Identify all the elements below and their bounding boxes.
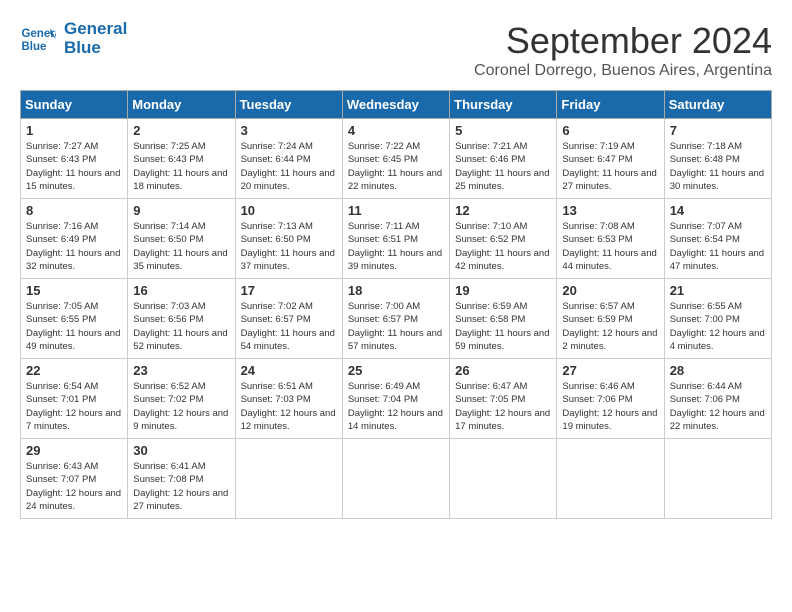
day-4: 4 Sunrise: 7:22 AMSunset: 6:45 PMDayligh… bbox=[342, 119, 449, 199]
week-5-row: 29 Sunrise: 6:43 AMSunset: 7:07 PMDaylig… bbox=[21, 439, 772, 519]
day-28: 28 Sunrise: 6:44 AMSunset: 7:06 PMDaylig… bbox=[664, 359, 771, 439]
header-saturday: Saturday bbox=[664, 91, 771, 119]
day-29: 29 Sunrise: 6:43 AMSunset: 7:07 PMDaylig… bbox=[21, 439, 128, 519]
day-20: 20 Sunrise: 6:57 AMSunset: 6:59 PMDaylig… bbox=[557, 279, 664, 359]
header-thursday: Thursday bbox=[450, 91, 557, 119]
day-21: 21 Sunrise: 6:55 AMSunset: 7:00 PMDaylig… bbox=[664, 279, 771, 359]
logo-line1: General bbox=[64, 20, 127, 39]
day-19: 19 Sunrise: 6:59 AMSunset: 6:58 PMDaylig… bbox=[450, 279, 557, 359]
logo-icon: General Blue bbox=[20, 21, 56, 57]
header-wednesday: Wednesday bbox=[342, 91, 449, 119]
day-12: 12 Sunrise: 7:10 AMSunset: 6:52 PMDaylig… bbox=[450, 199, 557, 279]
day-9: 9 Sunrise: 7:14 AMSunset: 6:50 PMDayligh… bbox=[128, 199, 235, 279]
week-4-row: 22 Sunrise: 6:54 AMSunset: 7:01 PMDaylig… bbox=[21, 359, 772, 439]
calendar-table: Sunday Monday Tuesday Wednesday Thursday… bbox=[20, 90, 772, 519]
day-15: 15 Sunrise: 7:05 AMSunset: 6:55 PMDaylig… bbox=[21, 279, 128, 359]
day-13: 13 Sunrise: 7:08 AMSunset: 6:53 PMDaylig… bbox=[557, 199, 664, 279]
logo: General Blue General Blue bbox=[20, 20, 127, 57]
header-sunday: Sunday bbox=[21, 91, 128, 119]
day-18: 18 Sunrise: 7:00 AMSunset: 6:57 PMDaylig… bbox=[342, 279, 449, 359]
weekday-header-row: Sunday Monday Tuesday Wednesday Thursday… bbox=[21, 91, 772, 119]
day-1: 1 Sunrise: 7:27 AMSunset: 6:43 PMDayligh… bbox=[21, 119, 128, 199]
week-2-row: 8 Sunrise: 7:16 AMSunset: 6:49 PMDayligh… bbox=[21, 199, 772, 279]
day-23: 23 Sunrise: 6:52 AMSunset: 7:02 PMDaylig… bbox=[128, 359, 235, 439]
header: General Blue General Blue September 2024… bbox=[20, 20, 772, 80]
empty-cell-5 bbox=[664, 439, 771, 519]
day-8: 8 Sunrise: 7:16 AMSunset: 6:49 PMDayligh… bbox=[21, 199, 128, 279]
header-friday: Friday bbox=[557, 91, 664, 119]
title-area: September 2024 Coronel Dorrego, Buenos A… bbox=[474, 20, 772, 80]
week-3-row: 15 Sunrise: 7:05 AMSunset: 6:55 PMDaylig… bbox=[21, 279, 772, 359]
day-11: 11 Sunrise: 7:11 AMSunset: 6:51 PMDaylig… bbox=[342, 199, 449, 279]
day-2: 2 Sunrise: 7:25 AMSunset: 6:43 PMDayligh… bbox=[128, 119, 235, 199]
location-subtitle: Coronel Dorrego, Buenos Aires, Argentina bbox=[474, 62, 772, 80]
day-6: 6 Sunrise: 7:19 AMSunset: 6:47 PMDayligh… bbox=[557, 119, 664, 199]
day-27: 27 Sunrise: 6:46 AMSunset: 7:06 PMDaylig… bbox=[557, 359, 664, 439]
empty-cell-3 bbox=[450, 439, 557, 519]
empty-cell-2 bbox=[342, 439, 449, 519]
day-16: 16 Sunrise: 7:03 AMSunset: 6:56 PMDaylig… bbox=[128, 279, 235, 359]
day-24: 24 Sunrise: 6:51 AMSunset: 7:03 PMDaylig… bbox=[235, 359, 342, 439]
day-17: 17 Sunrise: 7:02 AMSunset: 6:57 PMDaylig… bbox=[235, 279, 342, 359]
logo-line2: Blue bbox=[64, 39, 127, 58]
day-25: 25 Sunrise: 6:49 AMSunset: 7:04 PMDaylig… bbox=[342, 359, 449, 439]
day-26: 26 Sunrise: 6:47 AMSunset: 7:05 PMDaylig… bbox=[450, 359, 557, 439]
day-3: 3 Sunrise: 7:24 AMSunset: 6:44 PMDayligh… bbox=[235, 119, 342, 199]
month-title: September 2024 bbox=[474, 20, 772, 62]
header-monday: Monday bbox=[128, 91, 235, 119]
day-7: 7 Sunrise: 7:18 AMSunset: 6:48 PMDayligh… bbox=[664, 119, 771, 199]
empty-cell-4 bbox=[557, 439, 664, 519]
week-1-row: 1 Sunrise: 7:27 AMSunset: 6:43 PMDayligh… bbox=[21, 119, 772, 199]
header-tuesday: Tuesday bbox=[235, 91, 342, 119]
day-30: 30 Sunrise: 6:41 AMSunset: 7:08 PMDaylig… bbox=[128, 439, 235, 519]
day-10: 10 Sunrise: 7:13 AMSunset: 6:50 PMDaylig… bbox=[235, 199, 342, 279]
empty-cell-1 bbox=[235, 439, 342, 519]
day-22: 22 Sunrise: 6:54 AMSunset: 7:01 PMDaylig… bbox=[21, 359, 128, 439]
day-14: 14 Sunrise: 7:07 AMSunset: 6:54 PMDaylig… bbox=[664, 199, 771, 279]
day-5: 5 Sunrise: 7:21 AMSunset: 6:46 PMDayligh… bbox=[450, 119, 557, 199]
svg-text:Blue: Blue bbox=[21, 40, 47, 52]
